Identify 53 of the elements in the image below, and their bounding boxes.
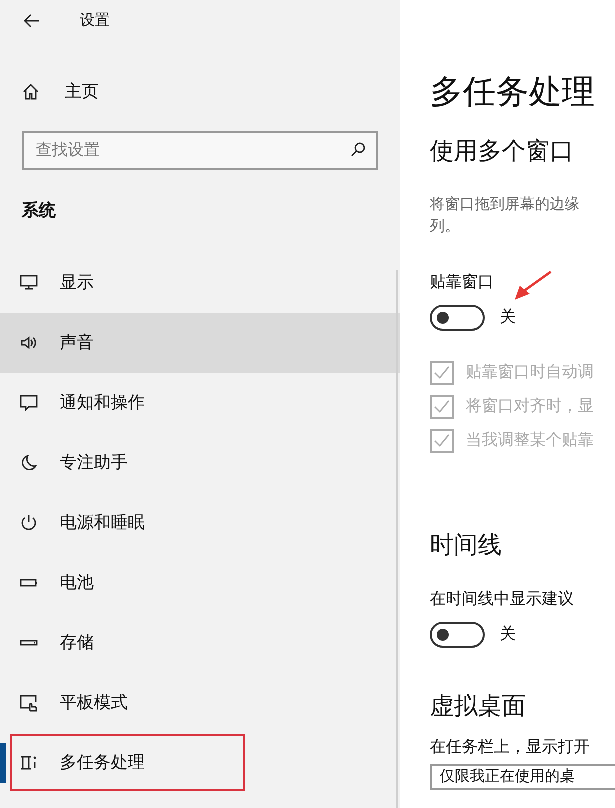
sidebar-item[interactable]: 平板模式 [0,673,400,733]
search-icon [350,142,366,158]
item-label: 电源和睡眠 [60,512,145,534]
pointer-arrow [515,270,552,300]
speaker-icon [20,334,38,352]
sidebar-item[interactable]: 电源和睡眠 [0,493,400,553]
setting-label: 在时间线中显示建议 [430,590,574,610]
sidebar-item[interactable]: 存储 [0,613,400,673]
page-title: 多任务处理 [430,72,596,112]
item-label: 声音 [60,332,94,354]
moon-icon [20,454,38,472]
item-label: 专注助手 [60,452,128,474]
setting-label: 贴靠窗口 [430,272,494,293]
section-heading: 系统 [22,200,57,220]
checkbox-label: 将窗口对齐时，显 [466,396,594,417]
checkmark-icon [434,400,450,414]
dropdown[interactable]: 仅限我正在使用的桌 [430,764,615,790]
tablet-icon [20,694,38,712]
item-label: 通知和操作 [60,392,145,414]
section-heading: 使用多个窗口 [430,137,575,167]
item-label: 平板模式 [60,692,128,714]
search-field[interactable]: 查找设置 [22,131,378,170]
item-label: 多任务处理 [60,752,145,774]
sidebar-item[interactable]: 电池 [0,553,400,613]
toggle-state: 关 [500,308,516,328]
checkmark-icon [434,434,450,448]
checkmark-icon [434,366,450,380]
selection-indicator [0,743,6,783]
power-icon [20,514,38,532]
sidebar-item[interactable]: 专注助手 [0,433,400,493]
multitask-icon [20,754,38,772]
item-label: 存储 [60,632,94,654]
home-icon [22,83,40,101]
description-text: 将窗口拖到屏幕的边缘 列。 [430,195,581,237]
section-heading: 虚拟桌面 [430,692,527,722]
setting-label: 在任务栏上，显示打开 [430,738,591,758]
item-label: 电池 [60,572,94,594]
checkbox-label: 贴靠窗口时自动调 [466,362,594,383]
monitor-icon [20,274,38,292]
item-label: 显示 [60,272,94,294]
toggle-switch[interactable] [430,622,485,648]
sidebar-item[interactable]: 多任务处理 [0,733,400,793]
sidebar-item[interactable]: 显示 [0,253,400,313]
checkbox-label: 当我调整某个贴靠 [466,430,594,451]
sidebar-item[interactable]: 声音 [0,313,400,373]
back-arrow-icon [23,13,41,29]
toggle-switch[interactable] [430,305,485,331]
window-title: 设置 [80,10,110,31]
section-heading: 时间线 [430,531,503,561]
home-link[interactable]: 主页 [0,62,400,122]
speech-bubble-icon [20,394,38,412]
sidebar-item[interactable]: 通知和操作 [0,373,400,433]
toggle-state: 关 [500,624,516,645]
